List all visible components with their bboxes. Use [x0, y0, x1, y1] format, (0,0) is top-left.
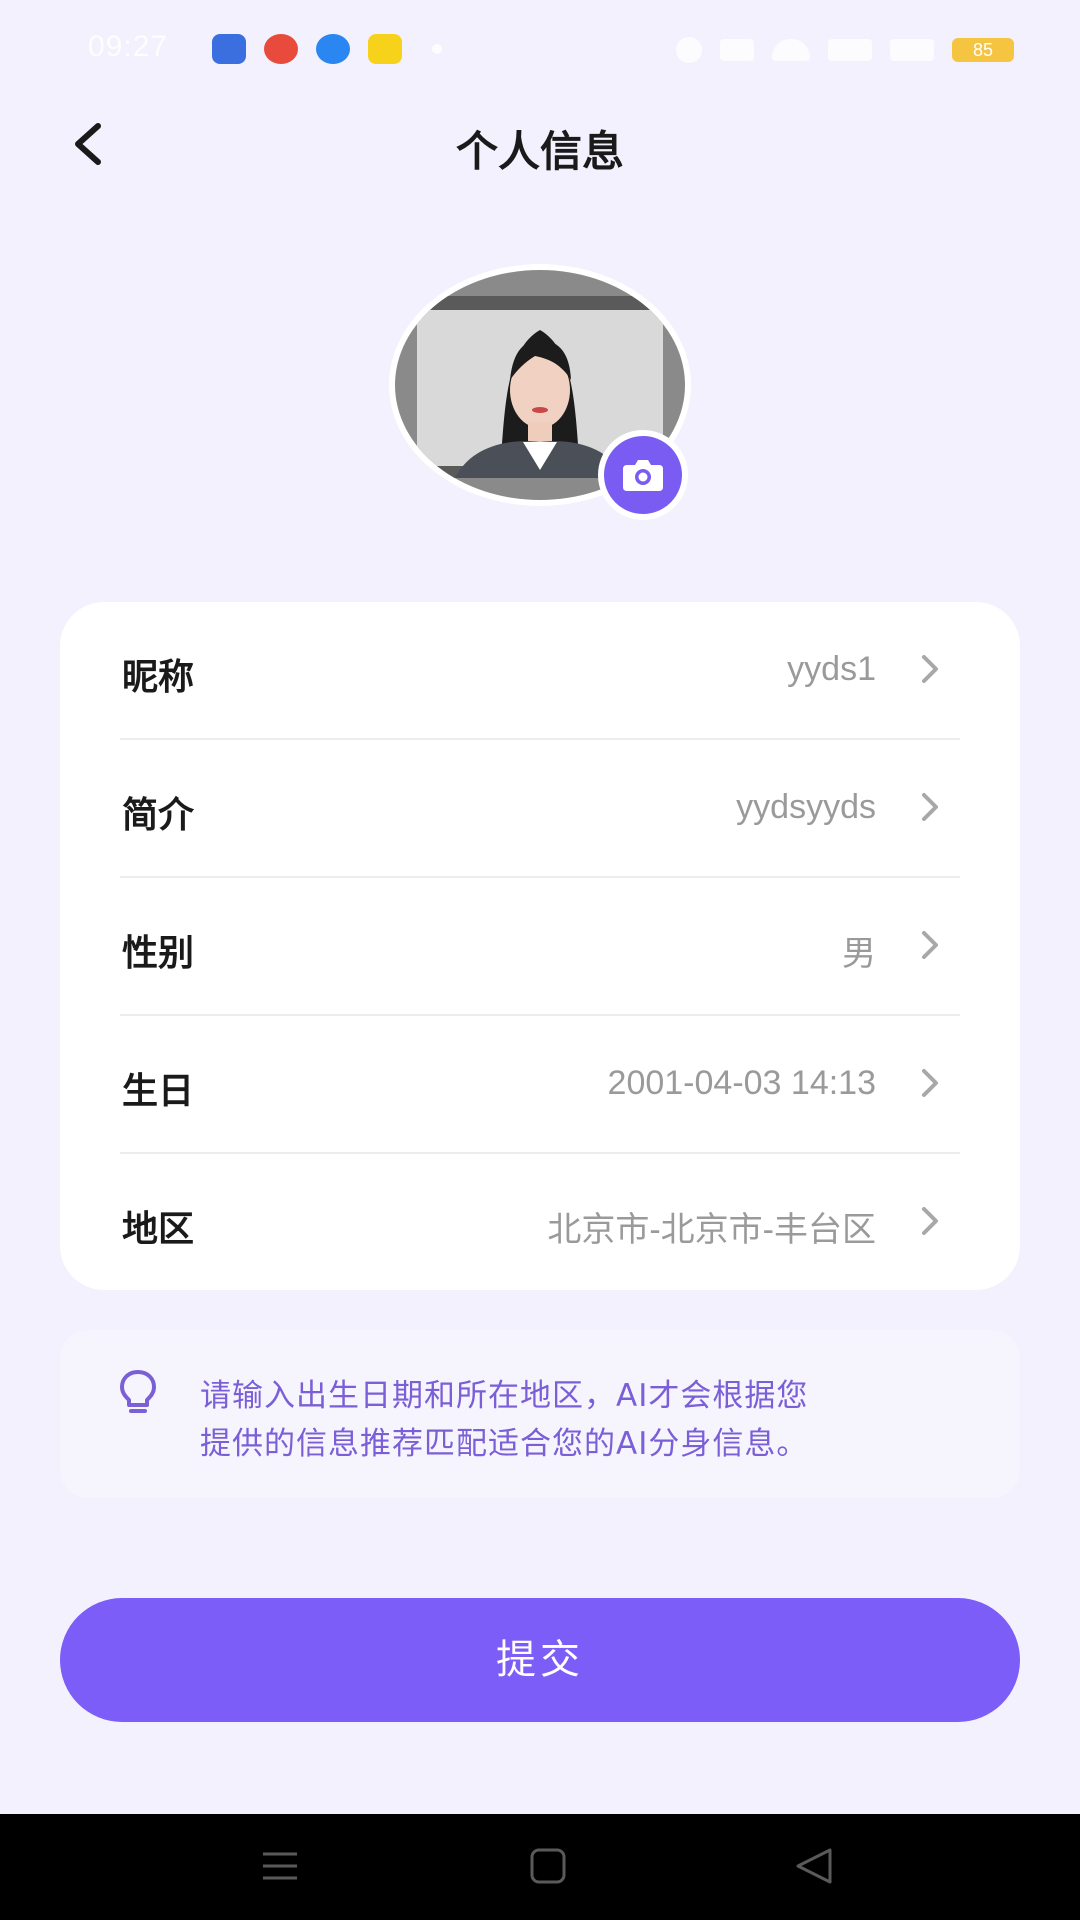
status-bar: 09:27 85 [0, 0, 1080, 100]
camera-icon [623, 460, 663, 491]
row-value: 北京市-北京市-丰台区 [547, 1211, 876, 1249]
news-app-icon [264, 34, 298, 64]
notification-dot-icon [432, 44, 442, 54]
wifi-icon [772, 39, 810, 61]
avatar-section [395, 270, 688, 520]
row-gender[interactable]: 性别 男 [120, 878, 960, 1016]
row-label: 昵称 [122, 657, 195, 698]
browser-app-icon [316, 34, 350, 64]
tip-box: 请输入出生日期和所在地区，AI才会根据您 提供的信息推荐匹配适合您的AI分身信息… [60, 1330, 1020, 1498]
chevron-right-icon [922, 793, 938, 821]
status-time: 09:27 [88, 30, 169, 63]
row-label: 生日 [122, 1071, 195, 1112]
row-label: 性别 [122, 933, 195, 974]
row-region[interactable]: 地区 北京市-北京市-丰台区 [120, 1154, 960, 1292]
submit-button[interactable]: 提交 [60, 1598, 1020, 1722]
row-value: yydsyyds [736, 788, 876, 826]
lightbulb-icon [120, 1370, 156, 1413]
menu-icon[interactable] [260, 1846, 300, 1886]
battery-indicator: 85 [952, 38, 1014, 62]
row-bio[interactable]: 简介 yydsyyds [120, 740, 960, 878]
tip-line-2: 提供的信息推荐匹配适合您的AI分身信息。 [200, 1426, 809, 1462]
alarm-icon [676, 37, 702, 63]
row-value: yyds1 [787, 650, 876, 688]
row-value: 2001-04-03 14:13 [607, 1064, 876, 1102]
baidu-app-icon [212, 34, 246, 64]
row-nickname[interactable]: 昵称 yyds1 [120, 602, 960, 740]
chevron-right-icon [922, 931, 938, 959]
system-nav-bar [0, 1814, 1080, 1920]
change-avatar-button[interactable] [598, 430, 688, 520]
game-app-icon [368, 34, 402, 64]
signal-2-icon [890, 39, 934, 61]
row-birthday[interactable]: 生日 2001-04-03 14:13 [120, 1016, 960, 1154]
row-label: 简介 [122, 795, 195, 836]
chevron-right-icon [922, 1069, 938, 1097]
signal-icon [828, 39, 872, 61]
profile-info-card: 昵称 yyds1 简介 yydsyyds 性别 男 生日 2001-04-03 … [60, 602, 1020, 1290]
home-icon[interactable] [528, 1846, 568, 1886]
nav-bar: 个人信息 [0, 100, 1080, 190]
chevron-right-icon [922, 655, 938, 683]
row-label: 地区 [122, 1209, 195, 1250]
tip-line-1: 请输入出生日期和所在地区，AI才会根据您 [200, 1378, 809, 1414]
chevron-right-icon [922, 1207, 938, 1235]
hd-icon [720, 39, 754, 61]
status-indicators: 85 [676, 36, 1014, 64]
tip-text: 请输入出生日期和所在地区，AI才会根据您 提供的信息推荐匹配适合您的AI分身信息… [200, 1372, 1000, 1468]
page-title: 个人信息 [455, 127, 624, 176]
back-triangle-icon[interactable] [794, 1846, 834, 1886]
row-value: 男 [842, 935, 876, 973]
